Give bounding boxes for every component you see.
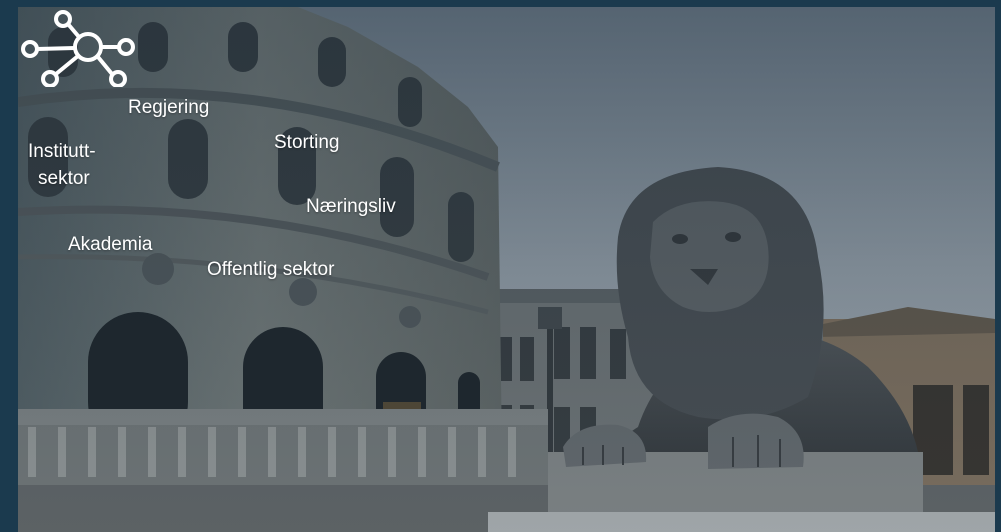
network-hub-icon [21, 10, 135, 87]
slide-frame: Regjering Storting Institutt- sektor Nær… [0, 0, 1001, 532]
label-naeringsliv: Næringsliv [306, 196, 396, 217]
storting-lion-photo: Regjering Storting Institutt- sektor Nær… [18, 7, 995, 532]
photo-illustration [18, 7, 995, 532]
label-storting: Storting [274, 132, 340, 153]
label-instituttsektor-line2: sektor [38, 168, 90, 189]
label-offentlig-sektor: Offentlig sektor [207, 259, 335, 280]
label-regjering: Regjering [128, 97, 210, 118]
label-instituttsektor-line1: Institutt- [28, 141, 96, 162]
label-akademia: Akademia [68, 234, 153, 255]
